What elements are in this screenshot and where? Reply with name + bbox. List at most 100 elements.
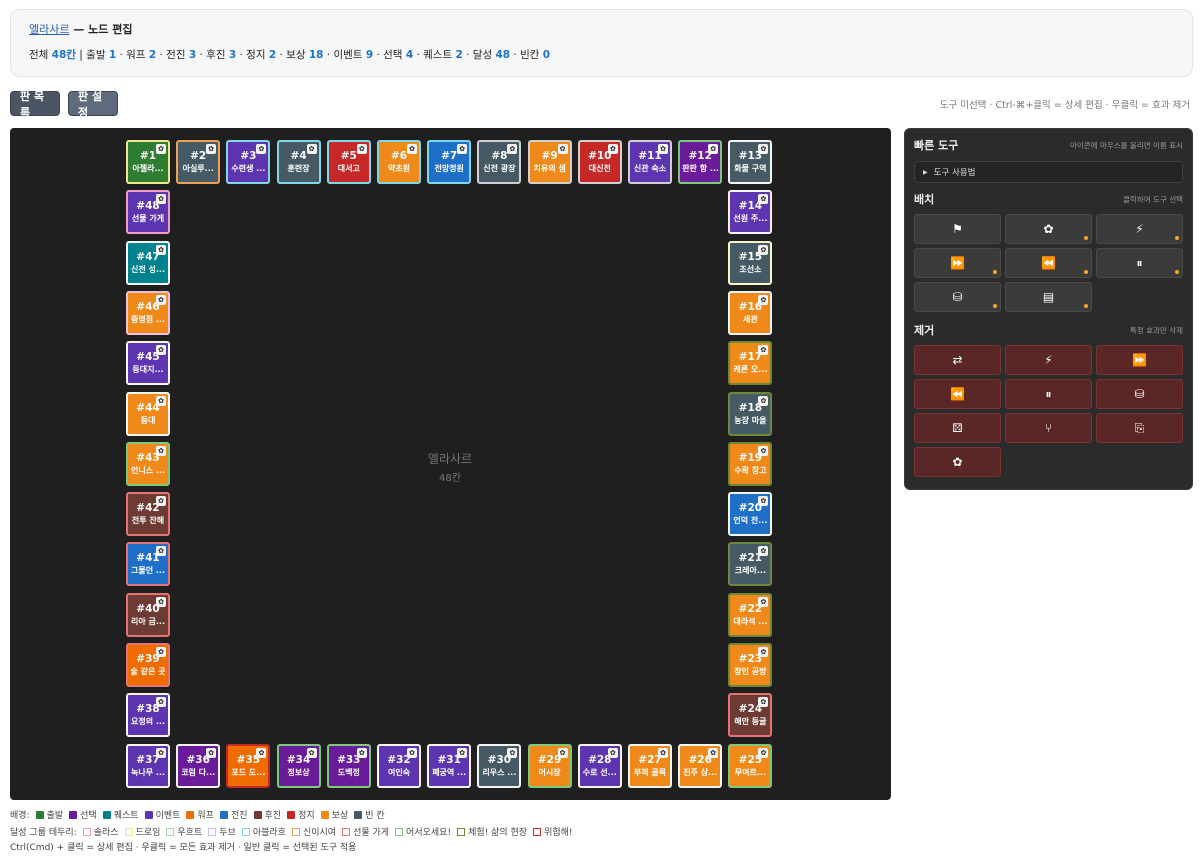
tile-name: 약초원 [387, 164, 411, 173]
board-tile[interactable]: #18 농장 마을 ✿ [728, 391, 773, 436]
board-tile[interactable]: #34 정보상 ✿ [276, 743, 321, 788]
board-tile[interactable]: #11 신관 숙소 ✿ [628, 140, 672, 184]
board-tile[interactable]: #47 신전 성... ✿ [126, 240, 170, 285]
board-tile[interactable]: #45 등대지... ✿ [126, 341, 170, 386]
board-tile[interactable]: #24 해안 등굴 ✿ [728, 693, 773, 738]
board-tile[interactable]: #44 등대 ✿ [126, 391, 170, 436]
board-tile[interactable]: #5 대서고 ✿ [326, 140, 371, 184]
board-list-button[interactable]: 판 목록 [10, 90, 60, 119]
board-tile[interactable]: #20 언덕 전... ✿ [728, 492, 773, 537]
rewind-icon: ⏪ [950, 387, 965, 401]
board-tile[interactable]: #43 언니스 ... ✿ [126, 441, 170, 486]
board-tile[interactable]: #26 진주 상... ✿ [678, 743, 723, 788]
fast-forward-icon: ⏩ [1132, 353, 1147, 367]
legend-item-label: 출발 [46, 811, 64, 821]
board-tile[interactable]: #39 술 같은 곳 ✿ [126, 643, 170, 687]
tile-name: 대서고 [337, 164, 360, 173]
board-tile[interactable]: #12 판판 항 ... ✿ [678, 140, 723, 184]
board-link[interactable]: 엘라사르 [29, 23, 69, 36]
legend-item-label: 후진 [264, 811, 282, 821]
legend-item-label: 빈 칸 [365, 811, 385, 821]
board-tile[interactable]: #7 전망정원 ✿ [427, 140, 472, 184]
award-icon: ✿ [607, 144, 618, 154]
fast-forward-icon: ⏩ [950, 256, 965, 270]
place-tool-button[interactable]: ⚡ [1096, 214, 1183, 244]
stat-label: 출발 [86, 49, 109, 61]
board-tile[interactable]: #4 훈련장 ✿ [276, 140, 321, 184]
board-tile[interactable]: #37 녹나무 ... ✿ [126, 743, 170, 788]
place-tool-button[interactable]: ✿ [1005, 214, 1092, 244]
legend-item-label: 전진 [230, 811, 248, 821]
board-tile[interactable]: #21 크레아... ✿ [728, 542, 773, 587]
legend-item-label: 신이시여 [302, 828, 337, 838]
remove-tool-button[interactable]: ⇄ [914, 345, 1001, 375]
remove-tool-button[interactable]: ⏪ [914, 379, 1001, 409]
board-tile[interactable]: #27 부적 골목 ✿ [628, 743, 672, 788]
tile-name: 판판 항 ... [682, 164, 719, 173]
board-tile[interactable]: #6 약초원 ✿ [377, 140, 421, 184]
tile-name: 수로 선... [582, 767, 617, 777]
legend-item-label: 체험! 삶의 현장 [468, 828, 528, 838]
board-tile[interactable]: #41 그물던 ... ✿ [126, 542, 170, 587]
remove-tool-button[interactable]: ⛁ [1096, 379, 1183, 409]
remove-tool-button[interactable]: ⏸ [1005, 379, 1092, 409]
board-tile[interactable]: #14 선원 주... ✿ [728, 190, 773, 235]
legend-swatch [287, 810, 296, 819]
board-tile[interactable]: #29 어시장 ✿ [527, 743, 572, 788]
board-tile[interactable]: #25 무여르... ✿ [728, 743, 773, 788]
award-icon: ✿ [758, 345, 769, 356]
tile-name: 수확 창고 [734, 465, 767, 475]
board-tile[interactable]: #30 리우스 ... ✿ [477, 743, 522, 788]
board-tile[interactable]: #3 수련생 ... ✿ [226, 140, 271, 184]
board-tile[interactable]: #13 화물 구역 ✿ [728, 140, 773, 184]
board-tile[interactable]: #38 요정의 ... ✿ [126, 693, 170, 738]
remove-tool-button[interactable]: ⏩ [1096, 345, 1183, 375]
board-tile[interactable]: #19 수확 창고 ✿ [728, 441, 773, 486]
header-card: 엘라사르 — 노드 편집 전체 48칸 | 출발 1 · 워프 2 · 전진 3… [10, 9, 1193, 77]
place-tool-button[interactable]: ⏩ [914, 248, 1001, 278]
award-icon: ✿ [156, 395, 166, 406]
tile-name: 요정의 ... [131, 717, 165, 727]
board-tile[interactable]: #15 조선소 ✿ [728, 240, 773, 285]
board-tile[interactable]: #23 장인 공방 ✿ [728, 643, 773, 687]
usage-toggle[interactable]: ▶ 도구 사용법 [914, 161, 1183, 183]
board-tile[interactable]: #16 세관 ✿ [728, 290, 773, 335]
board-tile[interactable]: #46 증명점 ... ✿ [126, 290, 170, 335]
board-tile[interactable]: #31 폐궁역 ... ✿ [427, 743, 472, 788]
place-tool-button[interactable]: ⏸ [1096, 248, 1183, 278]
board-tile[interactable]: #33 도백정 ✿ [326, 743, 371, 788]
stat-label: 보상 [286, 49, 309, 61]
remove-tool-button[interactable]: ⑂ [1005, 413, 1092, 443]
board-tile[interactable]: #10 대신전 ✿ [577, 140, 622, 184]
place-tool-button[interactable]: ▤ [1005, 282, 1092, 312]
stat-value: 48 [495, 49, 511, 61]
board-tile[interactable]: #28 수로 선... ✿ [577, 743, 622, 788]
place-tool-button[interactable]: ⚑ [914, 214, 1001, 244]
board-tile[interactable]: #48 선물 가게 ✿ [126, 190, 170, 235]
board-tile[interactable]: #1 아젤라... ✿ [126, 140, 170, 184]
award-icon: ✿ [256, 747, 267, 758]
tile-name: 해안 등굴 [734, 717, 767, 727]
board-tile[interactable]: #40 리아 금... ✿ [126, 592, 170, 637]
remove-title: 제거 [914, 324, 935, 337]
board-tile[interactable]: #2 아실루... ✿ [176, 140, 221, 184]
board-tile[interactable]: #35 포드 도... ✿ [226, 743, 271, 788]
remove-tool-button[interactable]: ✿ [914, 447, 1001, 477]
board-tile[interactable]: #32 여인숙 ✿ [377, 743, 421, 788]
stat-label: 워프 [126, 49, 149, 61]
board-tile[interactable]: #8 신전 광장 ✿ [477, 140, 522, 184]
board-tile[interactable]: #17 케른 오... ✿ [728, 341, 773, 386]
place-tool-button[interactable]: ⏪ [1005, 248, 1092, 278]
remove-tool-button[interactable]: ⚡ [1005, 345, 1092, 375]
tile-name: 선원 주... [733, 214, 768, 224]
board-tile[interactable]: #22 대라석 ... ✿ [728, 592, 773, 637]
board-tile[interactable]: #36 코럼 다... ✿ [176, 743, 221, 788]
remove-tool-button[interactable]: ⚄ [914, 413, 1001, 443]
board-tile[interactable]: #42 전투 잔해 ✿ [126, 492, 170, 537]
board-settings-button[interactable]: 판 설정 [68, 90, 118, 119]
tile-name: 수련생 ... [231, 164, 266, 173]
place-tool-button[interactable]: ⛁ [914, 282, 1001, 312]
remove-tool-button[interactable]: ⎘ [1096, 413, 1183, 443]
board-tile[interactable]: #9 치유의 샘 ✿ [527, 140, 572, 184]
award-icon: ✿ [758, 395, 769, 406]
